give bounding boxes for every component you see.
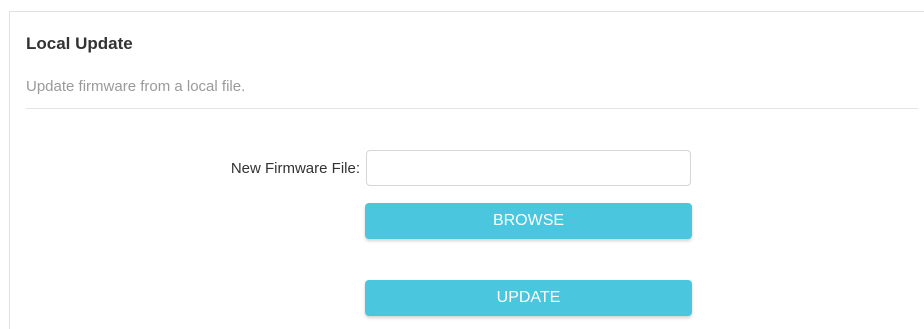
firmware-file-field[interactable] (366, 150, 691, 186)
update-button[interactable]: UPDATE (365, 280, 692, 316)
browse-button[interactable]: BROWSE (365, 203, 692, 239)
section-description: Update firmware from a local file. (26, 78, 246, 95)
section-title: Local Update (26, 34, 133, 53)
firmware-file-label: New Firmware File: (230, 160, 360, 177)
local-update-panel: Local Update Update firmware from a loca… (9, 11, 924, 329)
divider (26, 108, 918, 109)
